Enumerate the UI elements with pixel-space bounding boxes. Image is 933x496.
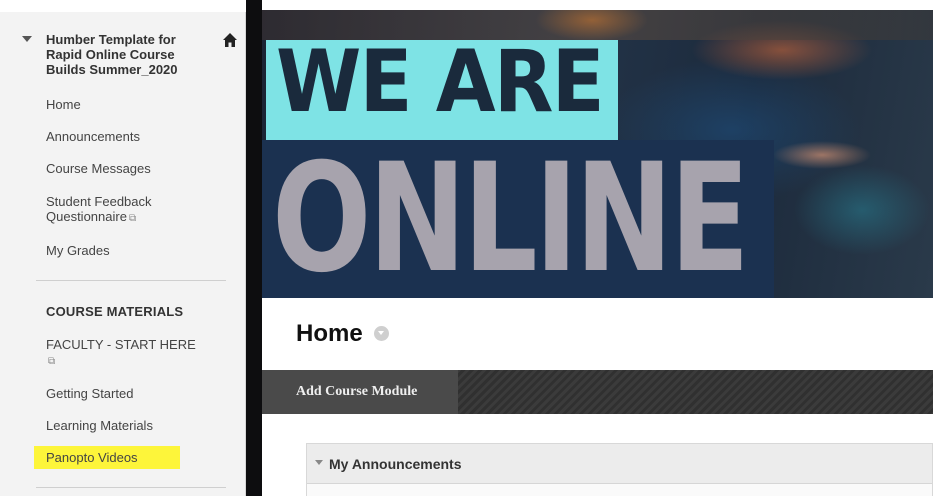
sidebar-divider — [36, 280, 226, 281]
sidebar-divider — [36, 487, 226, 488]
sidebar-item-faculty-start-here[interactable]: FACULTY - START HERE ⧉ — [46, 337, 216, 369]
triangle-down-icon[interactable] — [315, 460, 323, 465]
home-icon[interactable] — [222, 32, 238, 48]
triangle-down-icon[interactable] — [22, 36, 32, 42]
sidebar-item-getting-started[interactable]: Getting Started — [46, 386, 226, 401]
external-link-icon: ⧉ — [128, 213, 137, 224]
module-my-announcements: My Announcements — [306, 443, 933, 496]
course-banner: WE ARE ONLINE — [262, 10, 933, 298]
sidebar-top-rule — [0, 0, 246, 12]
sidebar-item-learning-materials[interactable]: Learning Materials — [46, 418, 226, 433]
sidebar-item-course-messages[interactable]: Course Messages — [46, 161, 226, 176]
sidebar-item-home[interactable]: Home — [46, 97, 226, 112]
sidebar-item-my-grades[interactable]: My Grades — [46, 243, 226, 258]
sidebar-item-announcements[interactable]: Announcements — [46, 129, 226, 144]
banner-line2-text: ONLINE — [272, 132, 750, 298]
sidebar-item-panopto-videos[interactable]: Panopto Videos — [46, 450, 226, 465]
page-title: Home — [296, 320, 363, 347]
add-course-module-button[interactable]: Add Course Module — [262, 370, 458, 414]
module-title: My Announcements — [329, 456, 462, 472]
sidebar-item-student-feedback[interactable]: Student Feedback Questionnaire ⧉ — [46, 194, 186, 226]
banner-line1-text: WE ARE — [276, 32, 605, 132]
chevron-down-circle-icon[interactable] — [374, 326, 389, 341]
sidebar-item-label: FACULTY - START HERE — [46, 337, 196, 352]
course-menu-sidebar: Humber Template for Rapid Online Course … — [0, 0, 246, 496]
section-heading-course-materials: COURSE MATERIALS — [46, 304, 184, 319]
module-header[interactable]: My Announcements — [307, 444, 932, 484]
course-title[interactable]: Humber Template for Rapid Online Course … — [46, 32, 206, 77]
external-link-icon: ⧉ — [48, 356, 56, 367]
sidebar-frame-strip — [246, 0, 262, 496]
